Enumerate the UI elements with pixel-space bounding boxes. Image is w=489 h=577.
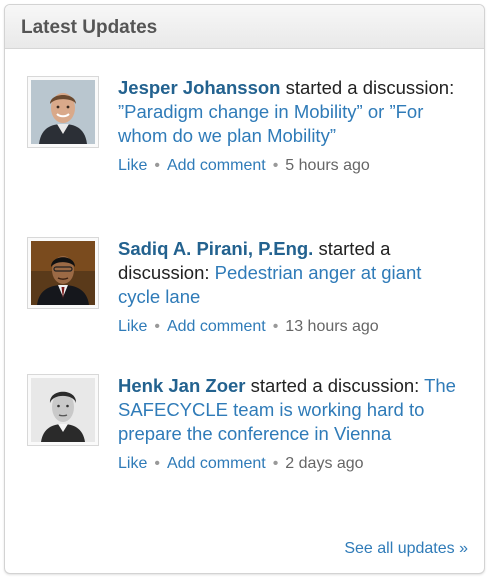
avatar[interactable] bbox=[27, 76, 99, 148]
actor-link[interactable]: Henk Jan Zoer bbox=[118, 375, 246, 396]
update-text: Sadiq A. Pirani, P.Eng. started a discus… bbox=[118, 237, 468, 337]
bullet-separator-icon: • bbox=[154, 455, 160, 472]
like-link[interactable]: Like bbox=[118, 157, 147, 174]
avatar[interactable] bbox=[27, 237, 99, 309]
bullet-separator-icon: • bbox=[272, 318, 279, 335]
profile-photo-icon bbox=[31, 241, 95, 305]
profile-photo-icon bbox=[31, 378, 95, 442]
bullet-separator-icon: • bbox=[154, 318, 160, 335]
update-text: Henk Jan Zoer started a discussion: The … bbox=[118, 374, 468, 474]
avatar[interactable] bbox=[27, 374, 99, 446]
actor-link[interactable]: Sadiq A. Pirani, P.Eng. bbox=[118, 238, 313, 259]
discussion-link[interactable]: ”Paradigm change in Mobility” or ”For wh… bbox=[118, 101, 423, 146]
see-all-updates-link[interactable]: See all updates » bbox=[344, 540, 468, 558]
panel-header: Latest Updates bbox=[5, 5, 484, 49]
bullet-separator-icon: • bbox=[154, 157, 160, 174]
bullet-separator-icon: • bbox=[272, 157, 279, 174]
add-comment-link[interactable]: Add comment bbox=[167, 318, 266, 335]
update-meta: Like • Add comment • 5 hours ago bbox=[118, 156, 468, 176]
timestamp: 13 hours ago bbox=[285, 318, 379, 335]
timestamp: 2 days ago bbox=[285, 455, 364, 472]
latest-updates-panel: Latest Updates Jesper Johansson started … bbox=[4, 4, 485, 574]
action-text: started a discussion: bbox=[280, 77, 455, 98]
panel-title: Latest Updates bbox=[21, 17, 158, 38]
like-link[interactable]: Like bbox=[118, 455, 147, 472]
add-comment-link[interactable]: Add comment bbox=[167, 455, 266, 472]
update-meta: Like • Add comment • 13 hours ago bbox=[118, 317, 468, 337]
timestamp: 5 hours ago bbox=[285, 157, 370, 174]
actor-link[interactable]: Jesper Johansson bbox=[118, 77, 280, 98]
profile-photo-icon bbox=[31, 80, 95, 144]
action-text: started a discussion: bbox=[245, 375, 425, 396]
update-meta: Like • Add comment • 2 days ago bbox=[118, 454, 468, 474]
update-text: Jesper Johansson started a discussion: ”… bbox=[118, 76, 468, 176]
bullet-separator-icon: • bbox=[272, 455, 279, 472]
like-link[interactable]: Like bbox=[118, 318, 147, 335]
add-comment-link[interactable]: Add comment bbox=[167, 157, 266, 174]
